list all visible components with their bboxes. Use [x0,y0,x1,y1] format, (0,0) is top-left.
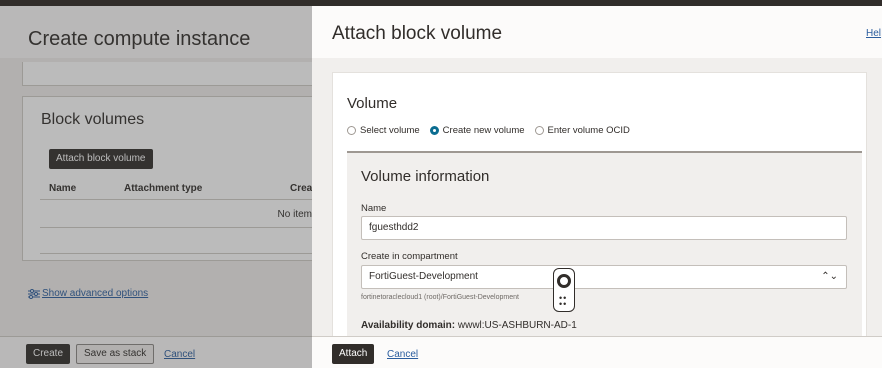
volume-information-title: Volume information [361,168,490,185]
panel-body[interactable]: Volume Select volume Create new volume E… [312,58,882,336]
radio-select-volume[interactable]: Select volume [347,125,420,136]
panel-header: Attach block volume Hel [312,6,882,58]
attach-button[interactable]: Attach [332,344,375,364]
panel-title: Attach block volume [332,23,503,44]
radio-button[interactable] [347,126,356,135]
attach-block-volume-panel: Attach block volume Hel Volume Select vo… [312,6,882,368]
volume-source-radio-group: Select volume Create new volume Enter vo… [347,125,630,136]
radio-label: Select volume [360,125,420,136]
radio-label: Enter volume OCID [547,125,630,136]
chevron-up-down-icon: ⌃⌄ [821,271,838,282]
compartment-select[interactable]: FortiGuest-Development ⌃⌄ [361,265,847,289]
compartment-path: fortinetoraclecloud1 (root)/FortiGuest-D… [361,294,519,301]
compartment-value: FortiGuest-Development [369,271,478,282]
help-link[interactable]: Hel [866,28,881,39]
panel-footer: Attach Cancel [312,336,882,368]
radio-button-selected[interactable] [429,126,439,135]
modal-overlay [0,6,312,368]
radio-label: Create new volume [442,125,525,136]
radio-button[interactable] [534,126,544,135]
volume-title: Volume [347,95,398,112]
radio-create-new-volume[interactable]: Create new volume [429,125,525,136]
availability-label: Availability domain: [361,320,456,331]
name-input[interactable]: fguesthdd2 [361,216,847,240]
volume-card: Volume Select volume Create new volume E… [332,72,867,336]
background-page: Create compute instance Block volumes At… [0,0,312,368]
availability-domain: Availability domain: wwwl:US-ASHBURN-AD-… [361,320,577,331]
help-widget[interactable]: •• •• [553,268,575,312]
radio-enter-volume-ocid[interactable]: Enter volume OCID [534,125,630,136]
grid-dots-icon: •• •• [559,293,568,309]
volume-information-section: Volume information Name fguesthdd2 Creat… [347,151,862,336]
cancel-link[interactable]: Cancel [387,349,418,360]
name-label: Name [361,203,387,214]
lifebuoy-icon [557,274,571,288]
availability-value: wwwl:US-ASHBURN-AD-1 [457,320,577,331]
compartment-label: Create in compartment [361,251,458,262]
